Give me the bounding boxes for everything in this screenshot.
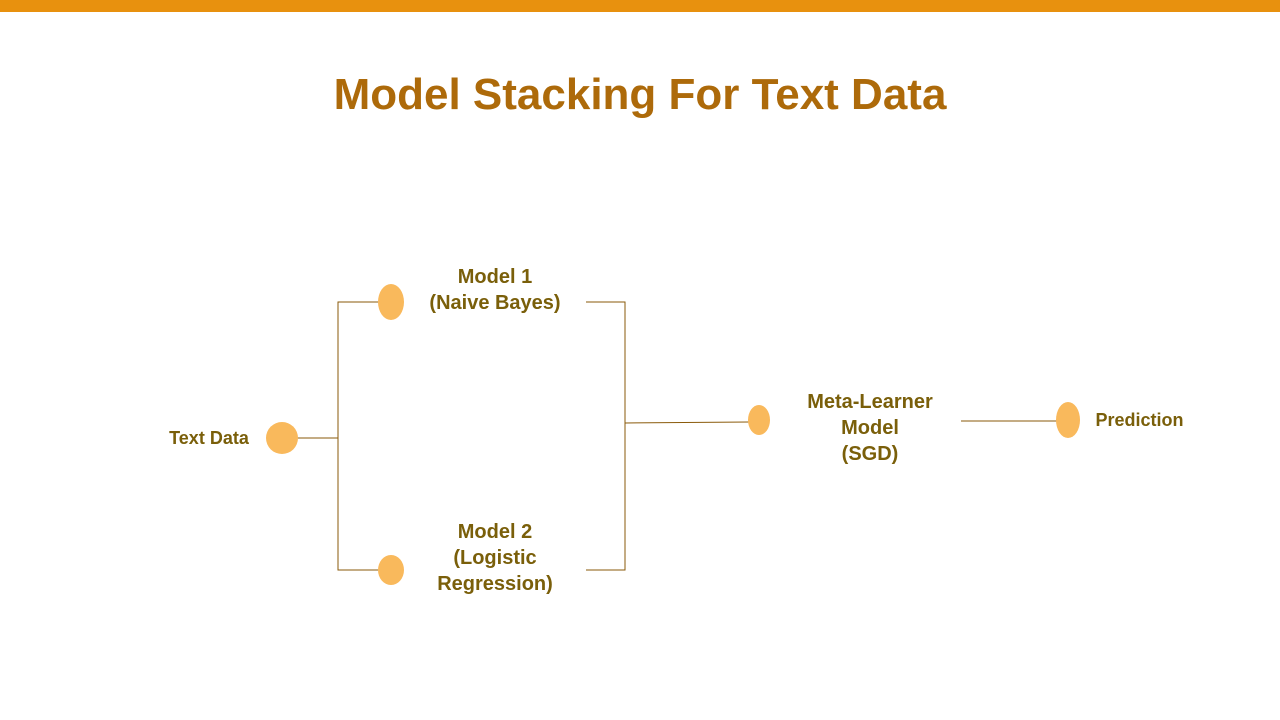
label-prediction: Prediction xyxy=(1095,410,1184,430)
connector-merge-bracket xyxy=(586,301,626,571)
stacking-diagram xyxy=(266,284,1080,585)
label-model-2-line-1: Model 2 xyxy=(457,521,533,543)
label-model-1-line-2: (Naive Bayes) xyxy=(429,292,561,314)
node-text-data xyxy=(266,422,298,454)
label-meta-learner-line-3: (SGD) xyxy=(841,443,899,465)
node-meta-learner xyxy=(748,405,770,435)
label-meta-learner: Meta-Learner Model (SGD) xyxy=(775,389,965,467)
connector-split-bracket xyxy=(337,301,379,571)
connector-merge-to-meta xyxy=(624,421,750,424)
label-model-1-line-1: Model 1 xyxy=(457,266,533,288)
label-meta-learner-line-2: Model xyxy=(841,417,899,439)
label-model-2-line-3: Regression) xyxy=(437,573,553,595)
label-model-2: Model 2 (Logistic Regression) xyxy=(400,519,590,597)
node-prediction xyxy=(1056,402,1080,438)
label-model-2-line-2: (Logistic xyxy=(453,547,537,569)
label-model-1: Model 1 (Naive Bayes) xyxy=(400,264,590,316)
label-meta-learner-line-1: Meta-Learner xyxy=(807,391,933,413)
label-text-data: Text Data xyxy=(169,428,249,448)
